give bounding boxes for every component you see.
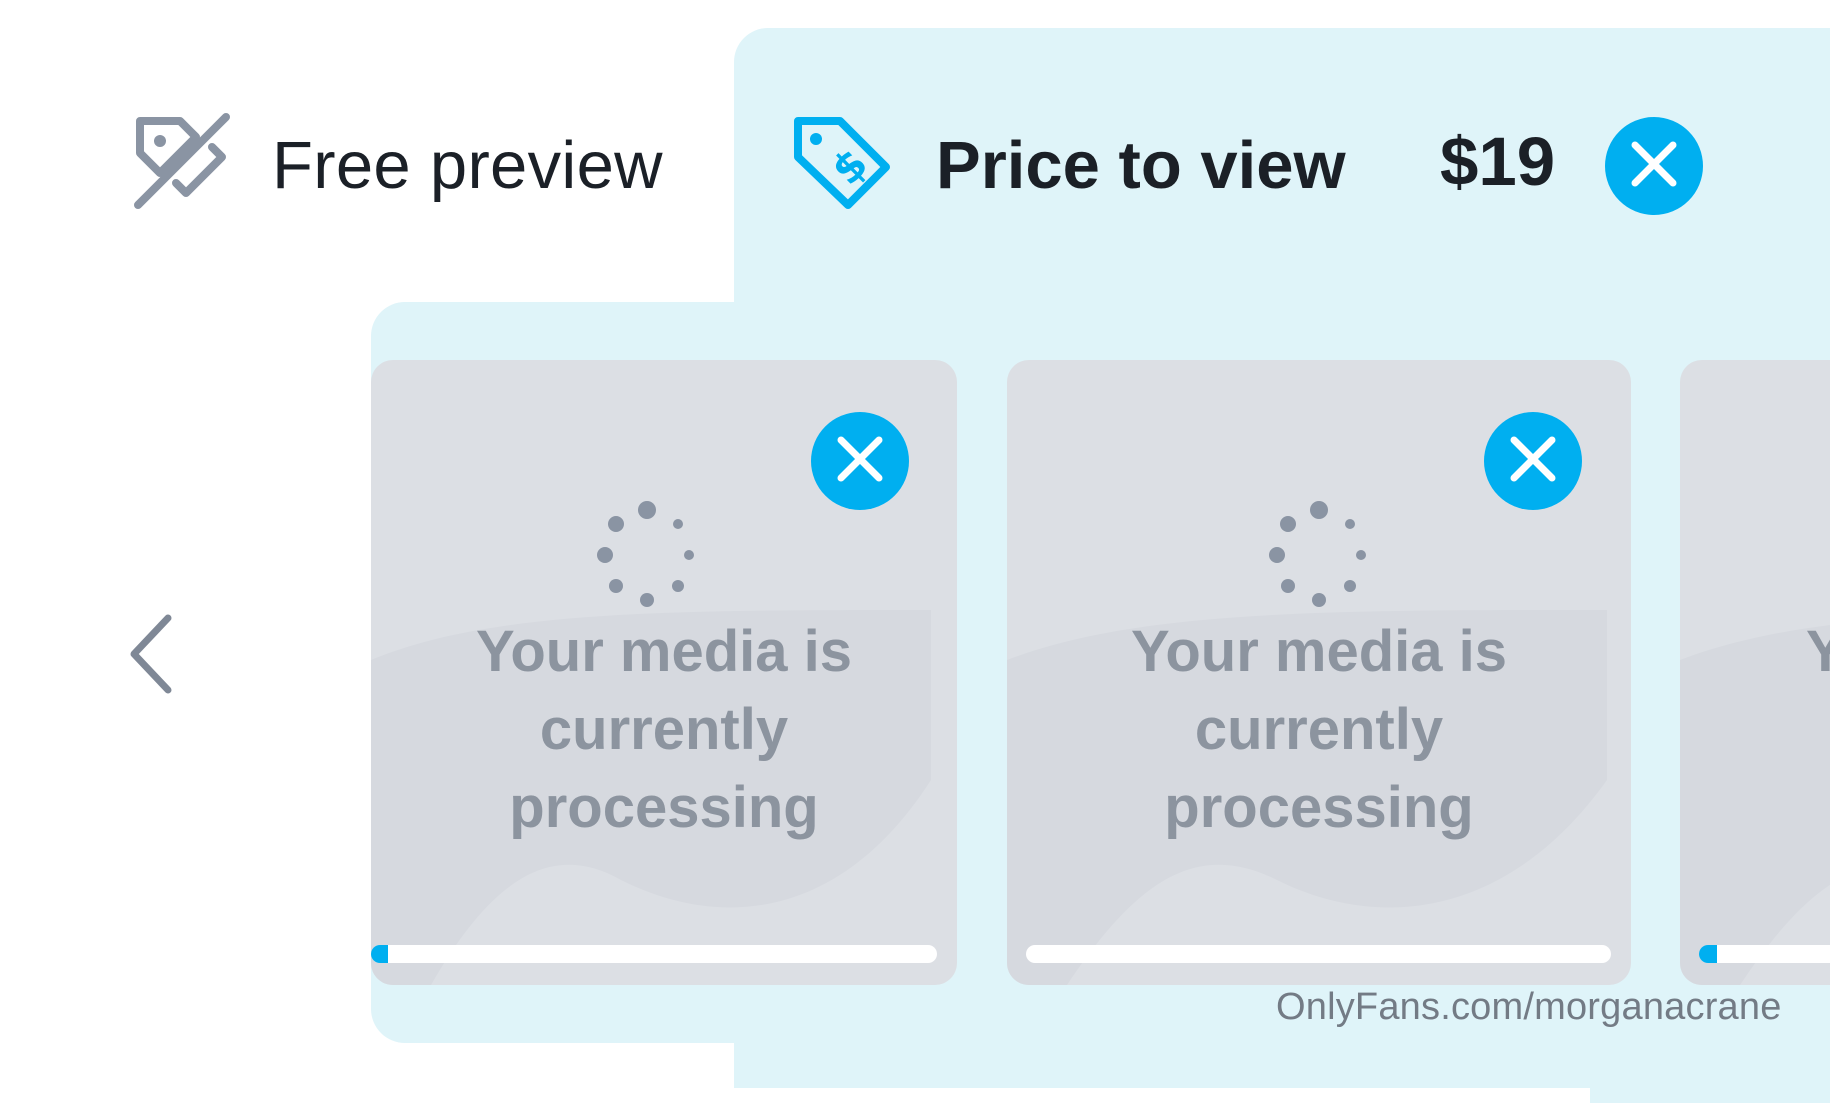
upload-progress-bar [1699,945,1830,963]
chevron-left-icon [128,614,178,700]
processing-message: Your media is currently processing [371,613,957,847]
media-card: Your media is currently processing [371,360,957,985]
processing-message: Y [1806,613,1830,691]
tab-price-to-view-label: Price to view [936,127,1346,203]
processing-message-line: currently [1194,697,1444,762]
upload-progress-bar [371,945,937,963]
price-value[interactable]: $19 [1440,122,1555,202]
tab-free-preview[interactable]: Free preview [130,110,663,220]
upload-progress-fill [371,945,388,963]
close-icon [1629,139,1679,194]
processing-message-line: processing [509,775,819,840]
tab-price-to-view[interactable]: $ Price to view [790,110,1346,220]
loading-spinner-icon [1269,501,1366,607]
watermark: OnlyFans.com/morganacrane [1276,986,1782,1028]
panel-edge [1590,1043,1830,1103]
processing-message-line: currently [539,697,789,762]
processing-message-line: processing [1164,775,1474,840]
processing-message: Your media is currently processing [1007,613,1631,847]
remove-media-button[interactable] [811,412,909,510]
remove-media-button[interactable] [1484,412,1582,510]
previous-media-button[interactable] [128,612,178,696]
upload-progress-bar [1026,945,1611,963]
media-card: Y [1680,360,1830,985]
processing-message-line: Your media is [475,619,853,684]
tag-off-icon [130,111,234,220]
media-card: Your media is currently processing [1007,360,1631,985]
tab-free-preview-label: Free preview [272,127,663,203]
processing-message-line: Your media is [1130,619,1508,684]
media-carousel: Your media is currently processing Your … [371,360,1830,985]
price-tag-dollar-icon: $ [790,111,894,220]
clear-price-button[interactable] [1605,117,1703,215]
upload-progress-fill [1699,945,1717,963]
processing-message-line: Y [1806,619,1830,684]
close-icon [835,434,885,489]
close-icon [1508,434,1558,489]
loading-spinner-icon [597,501,694,607]
